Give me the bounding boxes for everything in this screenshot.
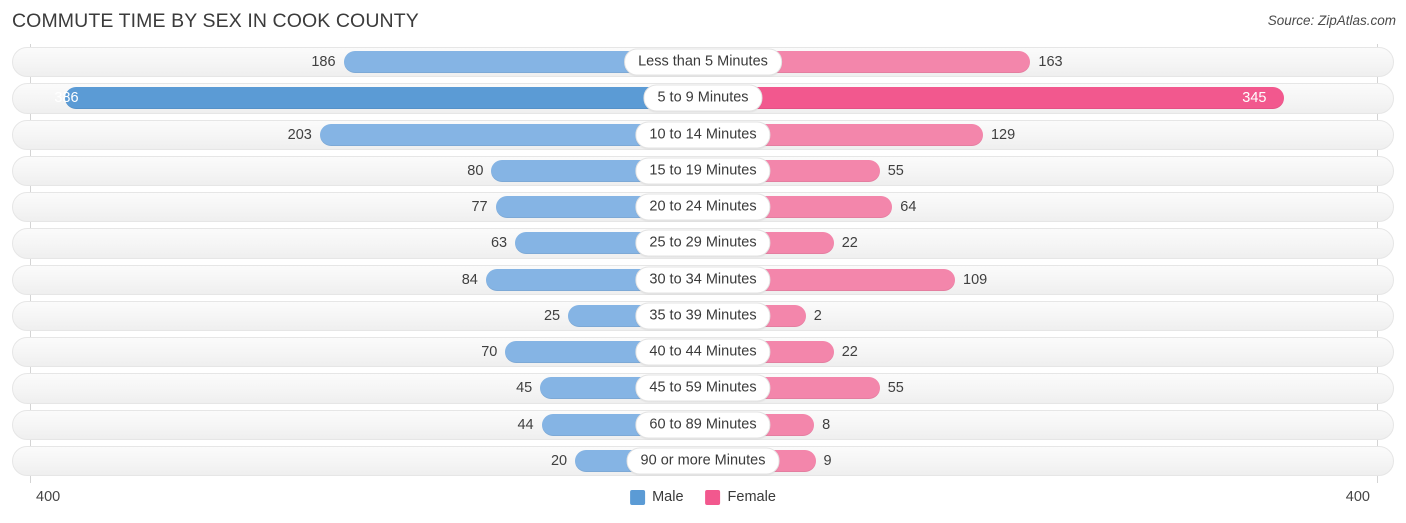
bar-row: 203 129 10 to 14 Minutes — [0, 117, 1406, 153]
axis-max-right: 400 — [1345, 489, 1370, 505]
row-bars: 25 2 35 to 39 Minutes — [0, 298, 1406, 334]
legend-label: Male — [652, 489, 684, 505]
male-value-label: 203 — [287, 126, 312, 143]
source-attribution: Source: ZipAtlas.com — [1267, 13, 1396, 28]
category-label-pill: 10 to 14 Minutes — [635, 121, 771, 149]
male-value-label: 186 — [311, 54, 336, 71]
legend-swatch-icon — [630, 489, 646, 505]
bar-row: 84 109 30 to 34 Minutes — [0, 262, 1406, 298]
legend-swatch-icon — [705, 489, 721, 505]
row-bars: 45 55 45 to 59 Minutes — [0, 370, 1406, 406]
female-value-label: 55 — [887, 162, 904, 179]
male-value-label: 77 — [471, 199, 488, 216]
category-label-pill: 20 to 24 Minutes — [635, 193, 771, 221]
female-value-label: 22 — [841, 344, 858, 361]
female-value-label: 109 — [963, 271, 988, 288]
bar-row: 45 55 45 to 59 Minutes — [0, 370, 1406, 406]
male-value-label: 80 — [467, 162, 484, 179]
category-label-pill: 40 to 44 Minutes — [635, 338, 771, 366]
category-label-pill: 15 to 19 Minutes — [635, 157, 771, 185]
female-value-label: 163 — [1038, 54, 1063, 71]
female-value-label: 2 — [813, 307, 822, 324]
legend-item-male[interactable]: Male — [630, 489, 684, 505]
row-bars: 70 22 40 to 44 Minutes — [0, 334, 1406, 370]
bar-row: 186 163 Less than 5 Minutes — [0, 44, 1406, 80]
bar-row: 70 22 40 to 44 Minutes — [0, 334, 1406, 370]
row-bars: 203 129 10 to 14 Minutes — [0, 117, 1406, 153]
category-label-pill: 30 to 34 Minutes — [635, 266, 771, 294]
female-value-label: 64 — [900, 199, 917, 216]
bar-row: 386 345 5 to 9 Minutes — [0, 80, 1406, 116]
category-label-pill: Less than 5 Minutes — [624, 48, 782, 76]
legend-label: Female — [727, 489, 776, 505]
female-value-label: 22 — [841, 235, 858, 252]
bar-row: 63 22 25 to 29 Minutes — [0, 225, 1406, 261]
category-label-pill: 25 to 29 Minutes — [635, 229, 771, 257]
category-label-pill: 60 to 89 Minutes — [635, 411, 771, 439]
bar-rows-container: 186 163 Less than 5 Minutes 386 345 5 to 9 Mi… — [0, 44, 1406, 479]
bar-row: 25 2 35 to 39 Minutes — [0, 298, 1406, 334]
chart-legend: Male Female — [630, 489, 776, 505]
bar-row: 77 64 20 to 24 Minutes — [0, 189, 1406, 225]
female-value-label: 9 — [823, 452, 832, 469]
category-label-pill: 90 or more Minutes — [626, 447, 780, 475]
male-value-label: 20 — [550, 452, 568, 469]
category-label-pill: 35 to 39 Minutes — [635, 302, 771, 330]
row-bars: 386 345 5 to 9 Minutes — [0, 80, 1406, 116]
legend-item-female[interactable]: Female — [705, 489, 776, 505]
chart-plot-area: 186 163 Less than 5 Minutes 386 345 5 to 9 Mi… — [0, 44, 1406, 483]
male-value-label: 45 — [516, 380, 533, 397]
male-value-label: 44 — [517, 416, 534, 433]
chart-footer: 400 400 Male Female — [0, 483, 1406, 523]
page-title: COMMUTE TIME BY SEX IN COOK COUNTY — [12, 10, 419, 32]
male-value-label: 25 — [543, 307, 561, 324]
male-value-label: 70 — [481, 344, 498, 361]
female-value-label: 55 — [887, 380, 904, 397]
male-value-label: 84 — [461, 271, 478, 288]
row-bars: 186 163 Less than 5 Minutes — [0, 44, 1406, 80]
category-label-pill: 45 to 59 Minutes — [635, 374, 771, 402]
female-value-label: 129 — [990, 126, 1016, 143]
female-bar[interactable] — [703, 87, 1285, 110]
male-value-label: 63 — [490, 235, 508, 252]
category-label-pill: 5 to 9 Minutes — [643, 84, 763, 112]
row-bars: 77 64 20 to 24 Minutes — [0, 189, 1406, 225]
row-bars: 84 109 30 to 34 Minutes — [0, 262, 1406, 298]
chart-header: COMMUTE TIME BY SEX IN COOK COUNTY Sourc… — [0, 0, 1406, 44]
bar-row: 20 9 90 or more Minutes — [0, 443, 1406, 479]
bar-row: 80 55 15 to 19 Minutes — [0, 153, 1406, 189]
row-bars: 80 55 15 to 19 Minutes — [0, 153, 1406, 189]
row-bars: 63 22 25 to 29 Minutes — [0, 225, 1406, 261]
male-value-label: 386 — [54, 90, 79, 107]
row-bars: 20 9 90 or more Minutes — [0, 443, 1406, 479]
bar-row: 44 8 60 to 89 Minutes — [0, 407, 1406, 443]
female-value-label: 345 — [1242, 90, 1267, 107]
male-bar[interactable] — [64, 87, 703, 110]
female-value-label: 8 — [822, 416, 831, 433]
row-bars: 44 8 60 to 89 Minutes — [0, 407, 1406, 443]
axis-max-left: 400 — [36, 489, 61, 505]
